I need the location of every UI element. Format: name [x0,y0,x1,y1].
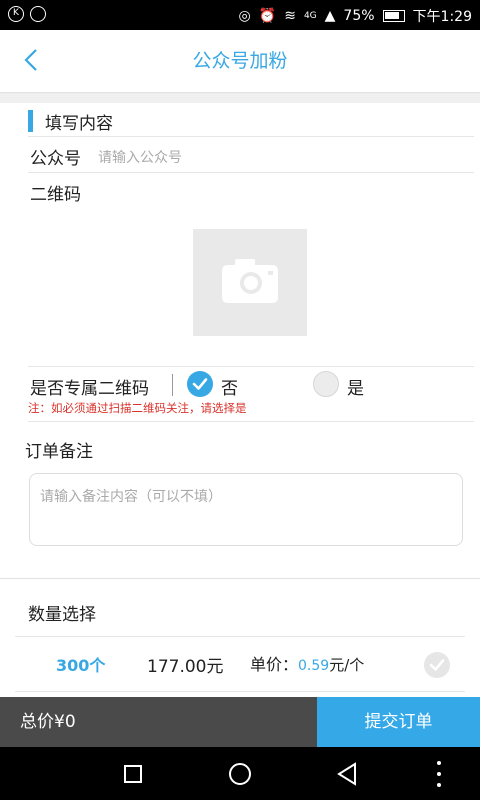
unit-price-value: 0.59 [298,658,330,674]
quantity-option[interactable]: 300个 177.00元 单价：0.59元/个 [15,636,465,692]
unit-price-label: 单价： [250,655,299,674]
recent-apps-icon[interactable] [124,765,142,783]
divider [28,172,474,173]
check-icon [192,378,208,390]
submit-order-button[interactable]: 提交订单 [317,697,480,747]
unit-price-suffix: 元/个 [329,656,365,674]
divider [28,136,474,137]
battery-percent: 75% [343,8,375,24]
vertical-divider [172,374,173,396]
option-no-label: 否 [221,379,238,399]
account-input[interactable]: 请输入公众号 [98,147,182,167]
page-title: 公众号加粉 [192,50,288,72]
exclusive-note: 注：如必须通过扫描二维码关注，请选择是 [28,401,247,415]
system-nav-bar [0,747,480,800]
exclusive-label: 是否专属二维码 [30,379,149,399]
qrcode-upload[interactable] [193,229,307,336]
account-label: 公众号 [30,149,81,169]
back-nav-icon[interactable] [336,762,358,786]
chat-icon [30,6,46,22]
status-time: 下午1:29 [412,9,472,25]
bottom-bar: 总价¥0 提交订单 [0,697,480,747]
quantity-price: 177.00元 [147,657,224,677]
remark-placeholder: 请输入备注内容（可以不填） [40,489,222,505]
camera-flash [268,271,273,275]
unit-price: 单价：0.59元/个 [250,651,364,675]
remark-title: 订单备注 [25,442,93,462]
headset-icon: ◎ [238,8,251,24]
titlebar: 公众号加粉 [0,30,480,93]
divider [28,366,474,367]
total-price: 总价¥0 [0,697,317,747]
back-arrow-icon[interactable] [18,46,46,74]
quantity-count: 300个 [56,656,106,675]
quantity-title: 数量选择 [28,605,96,625]
status-bar: K ◎ ⏰ ≋ 4G ▲ 75% 下午1:29 [0,0,480,30]
camera-lens-inner [244,276,258,290]
divider [28,421,474,422]
radio-yes[interactable] [313,371,339,397]
section-title: 填写内容 [45,113,113,134]
option-yes-label: 是 [347,379,364,399]
alarm-icon: ⏰ [258,8,277,24]
network-type: 4G [303,11,317,21]
section-gap [0,93,480,103]
signal-icon: ▲ [324,8,336,24]
quantity-check-icon[interactable] [424,652,450,678]
k-icon: K [8,6,24,22]
home-icon[interactable] [229,763,251,785]
menu-dots-icon[interactable] [437,761,441,787]
battery-icon [382,10,405,22]
divider [0,578,480,579]
wifi-icon: ≋ [284,8,296,24]
qrcode-label: 二维码 [30,185,81,205]
section-header: 填写内容 [28,108,113,134]
radio-no-checked[interactable] [187,371,213,397]
remark-textarea[interactable]: 请输入备注内容（可以不填） [29,473,463,546]
accent-bar [28,110,33,132]
